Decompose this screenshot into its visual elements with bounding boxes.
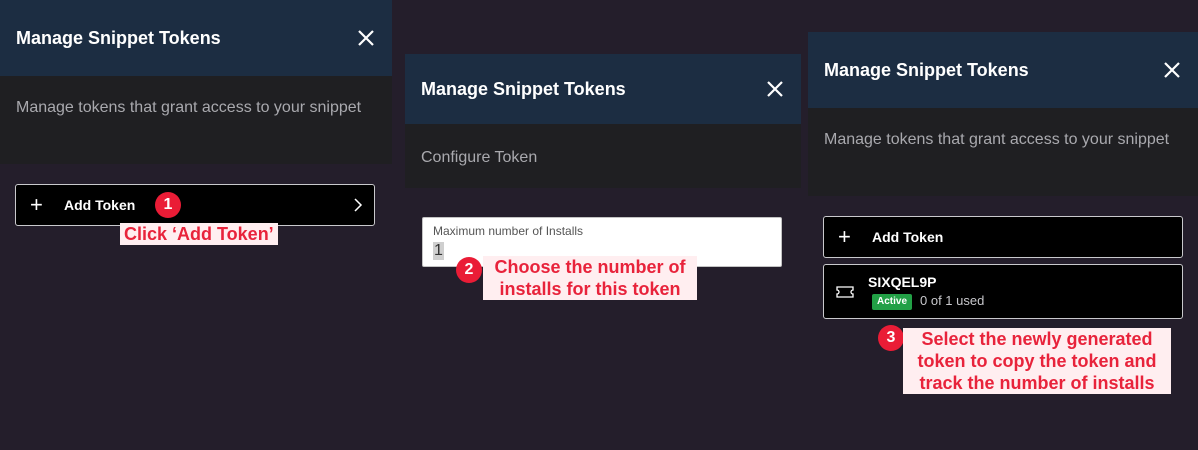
max-installs-label: Maximum number of Installs [433, 224, 584, 238]
step-callout-3-line-2: token to copy the token and [917, 351, 1157, 371]
close-icon[interactable] [356, 28, 376, 48]
add-token-button[interactable]: + Add Token [823, 216, 1183, 258]
panel-description-text: Configure Token [421, 149, 538, 166]
panel-title: Manage Snippet Tokens [421, 78, 626, 99]
token-list-item[interactable]: SIXQEL9P Active 0 of 1 used [823, 264, 1183, 319]
panel-description-text: Manage tokens that grant access to your … [824, 131, 1170, 148]
token-code: SIXQEL9P [868, 274, 937, 290]
panel-header: Manage Snippet Tokens [0, 0, 392, 76]
chevron-right-icon [354, 198, 363, 212]
add-token-label: Add Token [872, 229, 944, 245]
step-callout-2: Choose the number of installs for this t… [483, 256, 697, 300]
step-callout-2-line-1: Choose the number of [494, 257, 686, 277]
step-badge-2: 2 [456, 257, 482, 283]
step-badge-1: 1 [155, 192, 181, 218]
token-panel-2: Manage Snippet Tokens Configure Token [405, 54, 801, 188]
token-usage: 0 of 1 used [920, 293, 985, 308]
close-icon[interactable] [765, 79, 785, 99]
step-callout-3: Select the newly generated token to copy… [903, 328, 1171, 394]
ticket-icon [836, 286, 854, 298]
step-badge-3: 3 [878, 325, 904, 351]
step-callout-3-line-1: Select the newly generated [921, 329, 1153, 349]
step-callout-1: Click ‘Add Token’ [120, 223, 278, 245]
add-token-button[interactable]: + Add Token [15, 184, 375, 226]
panel-title: Manage Snippet Tokens [16, 27, 221, 48]
add-token-label: Add Token [64, 197, 136, 213]
panel-description: Manage tokens that grant access to your … [808, 108, 1198, 196]
plus-icon: + [30, 192, 43, 217]
step-callout-2-line-2: installs for this token [499, 279, 681, 299]
panel-header: Manage Snippet Tokens [405, 54, 801, 124]
step-callout-3-line-3: track the number of installs [919, 373, 1155, 393]
panel-title: Manage Snippet Tokens [824, 59, 1029, 80]
token-panel-3: Manage Snippet Tokens Manage tokens that… [808, 32, 1198, 196]
token-panel-1: Manage Snippet Tokens Manage tokens that… [0, 0, 392, 164]
panel-header: Manage Snippet Tokens [808, 32, 1198, 108]
panel-description-text: Manage tokens that grant access to your … [16, 99, 362, 116]
panel-description: Manage tokens that grant access to your … [0, 76, 392, 164]
close-icon[interactable] [1162, 60, 1182, 80]
panel-description: Configure Token [405, 124, 801, 188]
status-badge: Active [872, 294, 913, 310]
max-installs-value[interactable]: 1 [433, 242, 444, 260]
plus-icon: + [838, 224, 851, 249]
